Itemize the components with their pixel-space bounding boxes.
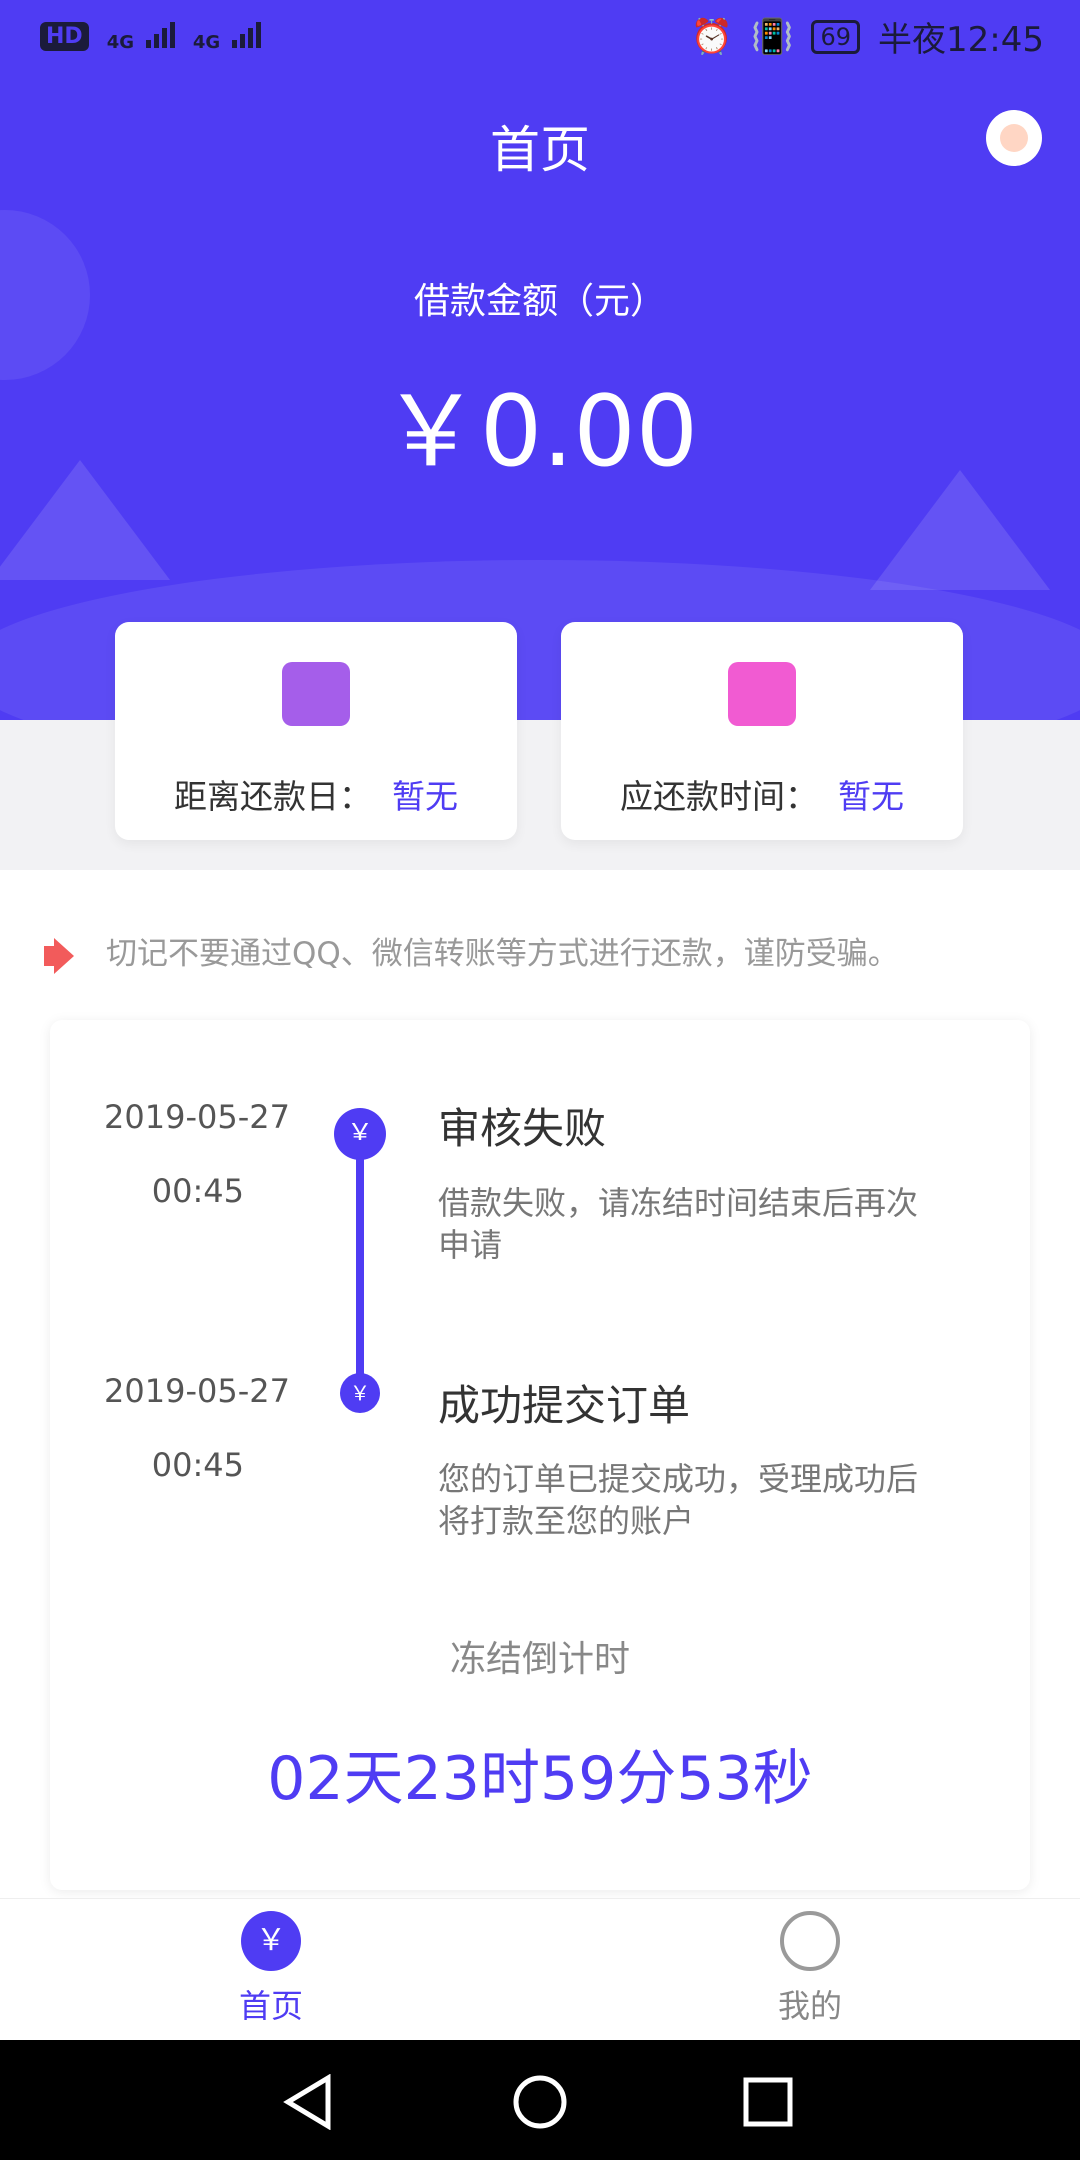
repayment-days-label: 距离还款日： [174, 777, 372, 816]
vibrate-icon: 📳 [751, 16, 794, 57]
alarm-icon: ⏰ [690, 16, 734, 57]
timeline-title: 审核失败 [438, 1104, 607, 1153]
timeline-description: 您的订单已提交成功，受理成功后将打款至您的账户 [438, 1460, 919, 1540]
home-yen-icon: ￥ [241, 1911, 301, 1971]
signal-icon [232, 16, 261, 48]
hd-badge: HD [40, 22, 89, 51]
bottom-tab-bar: ￥ 首页 我的 [0, 1898, 1080, 2041]
fraud-notice: 切记不要通过QQ、微信转账等方式进行还款，谨防受骗。 [44, 928, 899, 974]
page-title: 首页 [490, 121, 590, 179]
freeze-countdown-value: 02天23时59分53秒 [267, 1744, 813, 1814]
freeze-countdown-label: 冻结倒计时 [449, 1639, 630, 1680]
timeline-date: 2019-05-27 [104, 1372, 290, 1410]
tab-home[interactable]: ￥ 首页 [121, 1911, 421, 2027]
battery-icon: 69 [811, 19, 861, 54]
notice-text: 切记不要通过QQ、微信转账等方式进行还款，谨防受骗。 [106, 936, 899, 972]
repayment-days-value: 暂无 [392, 777, 458, 816]
loan-amount-label: 借款金额（元） [413, 281, 666, 322]
timeline-date: 2019-05-27 [104, 1098, 290, 1136]
timeline-connector [356, 1140, 364, 1390]
timeline-dot-yen-icon: ￥ [340, 1373, 380, 1413]
calendar-icon [728, 662, 796, 726]
network-4g-1: 4G [107, 16, 175, 57]
loan-amount-value: ￥0.00 [381, 375, 699, 489]
tab-home-label: 首页 [238, 1987, 303, 2025]
tab-mine-label: 我的 [777, 1987, 842, 2025]
home-icon[interactable] [512, 2074, 568, 2130]
repayment-days-card: 距离还款日： 暂无 [115, 622, 517, 840]
repayment-time-label: 应还款时间： [620, 777, 818, 816]
back-icon[interactable] [280, 2074, 340, 2130]
person-icon [780, 1911, 840, 1971]
timeline-title: 成功提交订单 [438, 1381, 691, 1430]
repayment-time-card: 应还款时间： 暂无 [561, 622, 963, 840]
calendar-check-icon [282, 662, 350, 726]
repayment-time-value: 暂无 [838, 777, 904, 816]
speaker-icon [44, 938, 84, 974]
timeline-description: 借款失败，请冻结时间结束后再次申请 [438, 1184, 919, 1264]
network-4g-2: 4G [193, 16, 261, 57]
status-bar: HD 4G 4G ⏰ 📳 69 半夜12:45 [0, 0, 1080, 72]
timeline-time: 00:45 [151, 1446, 244, 1484]
tab-mine[interactable]: 我的 [660, 1911, 960, 2027]
recents-icon[interactable] [740, 2074, 796, 2130]
system-nav-bar [0, 2040, 1080, 2160]
signal-icon [145, 16, 175, 48]
header-banner: HD 4G 4G ⏰ 📳 69 半夜12:45 首页 借款金额（元） ￥0.00 [0, 0, 1080, 720]
clock-text: 半夜12:45 [878, 20, 1044, 60]
timeline-time: 00:45 [151, 1172, 244, 1210]
user-avatar-icon[interactable] [986, 110, 1042, 166]
